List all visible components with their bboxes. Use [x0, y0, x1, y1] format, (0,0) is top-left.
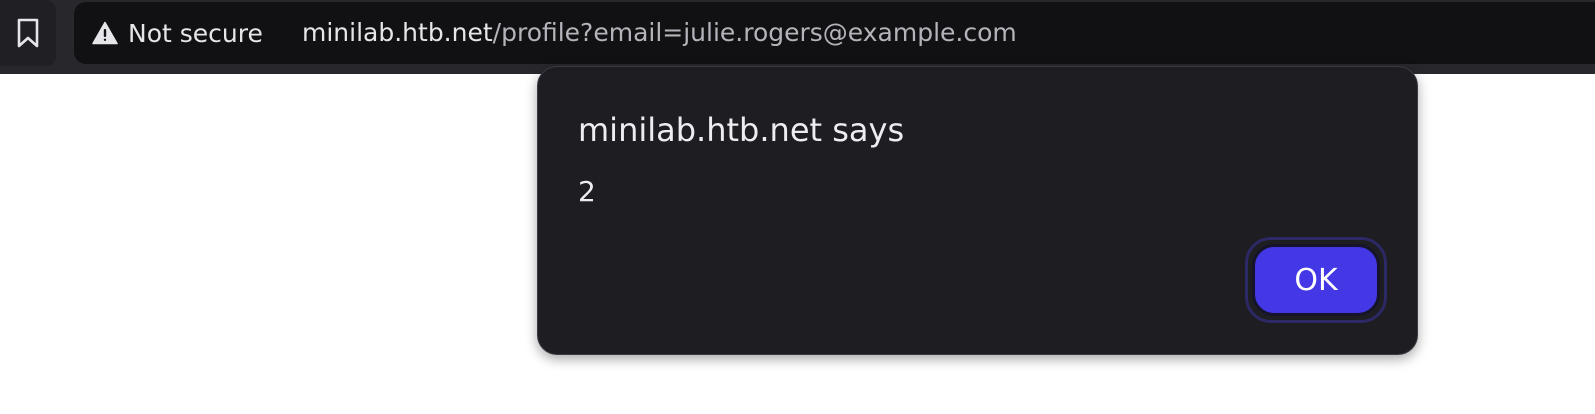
- address-bar[interactable]: Not secure minilab.htb.net/profile?email…: [74, 2, 1595, 64]
- ok-button-focus-ring: OK: [1245, 237, 1387, 323]
- ok-button[interactable]: OK: [1252, 244, 1380, 316]
- browser-toolbar: Not secure minilab.htb.net/profile?email…: [0, 0, 1595, 74]
- dialog-title: minilab.htb.net says: [578, 111, 905, 149]
- url-path: /profile?email=julie.rogers@example.com: [492, 18, 1017, 47]
- bookmark-button[interactable]: [0, 0, 56, 66]
- url-host: minilab.htb.net: [302, 18, 493, 47]
- url-text[interactable]: minilab.htb.net/profile?email=julie.roge…: [302, 2, 1017, 64]
- warning-triangle-icon: [92, 20, 118, 46]
- alert-dialog: minilab.htb.net says 2 OK: [537, 66, 1418, 355]
- dialog-message: 2: [578, 175, 596, 208]
- bookmark-icon: [15, 17, 41, 49]
- security-label: Not secure: [128, 18, 263, 48]
- security-indicator[interactable]: Not secure: [92, 2, 263, 64]
